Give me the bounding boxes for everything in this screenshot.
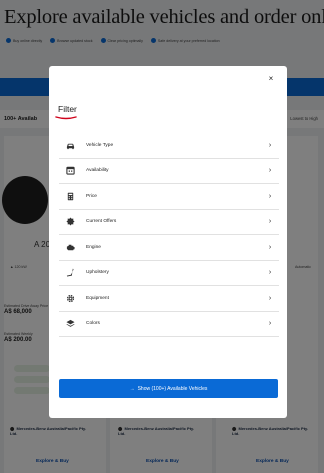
calendar-icon — [63, 166, 77, 176]
show-vehicles-button[interactable]: → Show (100+) Available Vehicles — [59, 379, 278, 398]
chevron-right-icon: › — [268, 192, 272, 200]
chevron-right-icon: › — [268, 167, 272, 175]
chevron-right-icon: › — [268, 243, 272, 251]
seat-icon — [63, 268, 77, 278]
filter-item-upholstery[interactable]: Upholstery › — [59, 261, 279, 286]
engine-icon — [63, 242, 77, 252]
modal-title: Filter — [58, 104, 77, 114]
filter-item-label: Availability — [86, 168, 109, 174]
chevron-right-icon: › — [268, 218, 272, 226]
filter-item-availability[interactable]: Availability › — [59, 159, 279, 184]
layers-icon — [63, 319, 77, 329]
price-tag-icon — [63, 191, 77, 201]
car-icon — [63, 140, 77, 150]
filter-item-label: Upholstery — [86, 270, 109, 276]
filter-item-colors[interactable]: Colors › — [59, 312, 279, 337]
filter-item-engine[interactable]: Engine › — [59, 235, 279, 261]
filter-modal: × Filter Vehicle Type › Availability › P… — [49, 66, 287, 418]
close-button[interactable]: × — [264, 71, 278, 85]
gear-icon — [63, 293, 77, 303]
show-vehicles-label: Show (100+) Available Vehicles — [137, 385, 208, 392]
filter-item-equipment[interactable]: Equipment › — [59, 286, 279, 312]
arrow-right-icon: → — [129, 385, 135, 392]
chevron-right-icon: › — [268, 320, 272, 328]
title-underline — [55, 116, 77, 120]
filter-item-label: Engine — [86, 244, 101, 250]
filter-item-vehicle-type[interactable]: Vehicle Type › — [59, 133, 279, 159]
filter-item-label: Vehicle Type — [86, 142, 114, 148]
filter-item-label: Price — [86, 193, 97, 199]
filter-item-price[interactable]: Price › — [59, 184, 279, 210]
chevron-right-icon: › — [268, 141, 272, 149]
filter-item-label: Current Offers — [86, 219, 117, 225]
offer-badge-icon — [63, 217, 77, 227]
chevron-right-icon: › — [268, 294, 272, 302]
filter-item-current-offers[interactable]: Current Offers › — [59, 210, 279, 235]
filter-list: Vehicle Type › Availability › Price › Cu… — [59, 133, 279, 337]
close-icon: × — [268, 73, 274, 83]
filter-item-label: Colors — [86, 321, 100, 327]
chevron-right-icon: › — [268, 269, 272, 277]
filter-item-label: Equipment — [86, 295, 109, 301]
